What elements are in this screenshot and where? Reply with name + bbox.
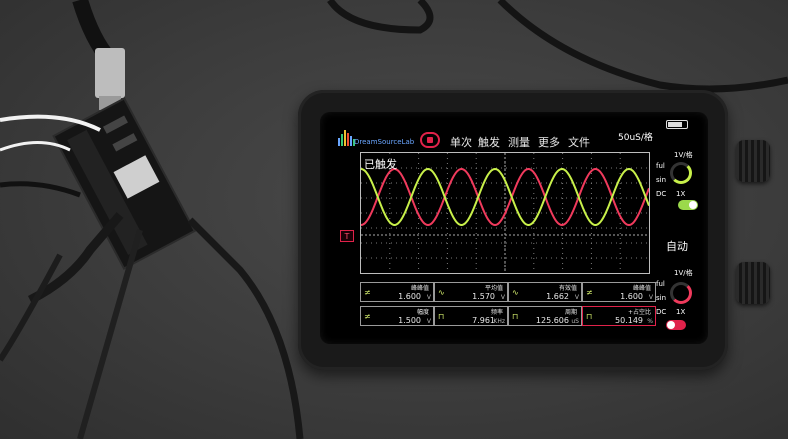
ch2-scale[interactable]: 1V/格 [674,268,693,278]
measurement-name: 峰峰值 [410,285,429,292]
measurement-7[interactable]: ⊓ 周期 125.606 uS [508,306,582,326]
measurement-unit: V [500,294,505,301]
ch2-ring-icon [670,282,692,304]
square-wave-icon: ⊓ [512,312,519,321]
measurement-value: 1.500 [398,316,421,325]
measurement-name: 峰峰值 [632,285,651,292]
measurement-2[interactable]: ∿ 平均值 1.570 V [434,282,508,302]
battery-icon [666,120,688,129]
waveform-svg [360,153,650,273]
dev-board [52,97,196,270]
measurement-value: 1.600 [620,292,643,301]
menu-file[interactable]: 文件 [568,134,590,150]
measurement-name: 幅度 [416,309,429,316]
ch1-scale[interactable]: 1V/格 [674,150,693,160]
measurement-unit: V [648,294,653,301]
measurement-value: 50.149 [615,316,643,325]
menu-more[interactable]: 更多 [538,134,560,150]
trigger-status: 已触发 [364,158,397,171]
probe-cable-top [327,0,434,34]
channel-1-knob[interactable] [736,140,770,182]
measurement-value: 125.606 [535,316,569,325]
measurement-3[interactable]: ∿ 有效值 1.662 V [508,282,582,302]
pulse-icon: ≠ [364,288,371,297]
measurement-6[interactable]: ⊓ 频率 7.961 KHz [434,306,508,326]
ch1-sin-label: sin [656,176,667,184]
measurement-unit: % [647,318,653,325]
ch1-dc-label: DC [656,190,667,198]
pulse-icon: ≠ [364,312,371,321]
channel-2-knob[interactable] [736,262,770,304]
auto-mode-label[interactable]: 自动 [666,238,688,254]
menu-trigger[interactable]: 触发 [478,134,500,150]
measurement-name: 平均值 [484,285,503,292]
timebase-readout[interactable]: 50uS/格 [618,130,653,143]
measurement-unit: V [426,294,431,301]
brand-logo-text: DreamSourceLab [354,138,415,146]
waveform-display[interactable] [360,152,650,274]
ch2-dc-label: DC [656,308,667,316]
measurement-name: 有效值 [558,285,577,292]
measurement-unit: V [574,294,579,301]
pulse-icon: ≠ [586,288,593,297]
sine-icon: ∿ [438,288,445,297]
ch2-sin-label: sin [656,294,667,302]
ch1-ring-icon [670,162,692,184]
stop-button[interactable] [420,132,440,148]
usb-connector [95,48,125,98]
probe-cable-right [497,0,788,93]
channel-panel: 1V/格 ful sin DC 1X 自动 1V/格 ful sin DC 1X [654,148,708,344]
top-bar: DreamSourceLab 单次 触发 测量 更多 文件 50uS/格 [320,112,708,156]
measurement-name: 频率 [490,309,503,316]
oscilloscope-screen: DreamSourceLab 单次 触发 测量 更多 文件 50uS/格 已触发… [320,112,708,344]
ch1-probe-label: 1X [676,190,686,198]
ch2-probe-label: 1X [676,308,686,316]
square-wave-icon: ⊓ [438,312,445,321]
measurement-unit: KHz [493,318,505,325]
measurement-name: +占空比 [627,309,651,316]
measurement-value: 7.961 [472,316,495,325]
ch1-enable-toggle[interactable] [678,200,698,210]
ch2-ful-label: ful [656,280,665,288]
measurement-name: 周期 [564,309,577,316]
ch2-enable-toggle[interactable] [666,320,686,330]
square-wave-icon: ⊓ [586,312,593,321]
measurement-1[interactable]: ≠ 峰峰值 1.600 V [360,282,434,302]
measurement-4[interactable]: ≠ 峰峰值 1.600 V [582,282,656,302]
measurement-unit: V [426,318,431,325]
probe-2 [187,217,304,439]
ch1-ful-label: ful [656,162,665,170]
menu-measure[interactable]: 测量 [508,134,530,150]
sine-icon: ∿ [512,288,519,297]
measurement-8[interactable]: ⊓ +占空比 50.149 % [582,306,656,326]
menu-single[interactable]: 单次 [450,134,472,150]
trigger-level-marker[interactable]: T [340,230,354,242]
measurement-value: 1.600 [398,292,421,301]
measurement-5[interactable]: ≠ 幅度 1.500 V [360,306,434,326]
measurement-value: 1.570 [472,292,495,301]
measurement-value: 1.662 [546,292,569,301]
measurement-unit: uS [571,318,579,325]
